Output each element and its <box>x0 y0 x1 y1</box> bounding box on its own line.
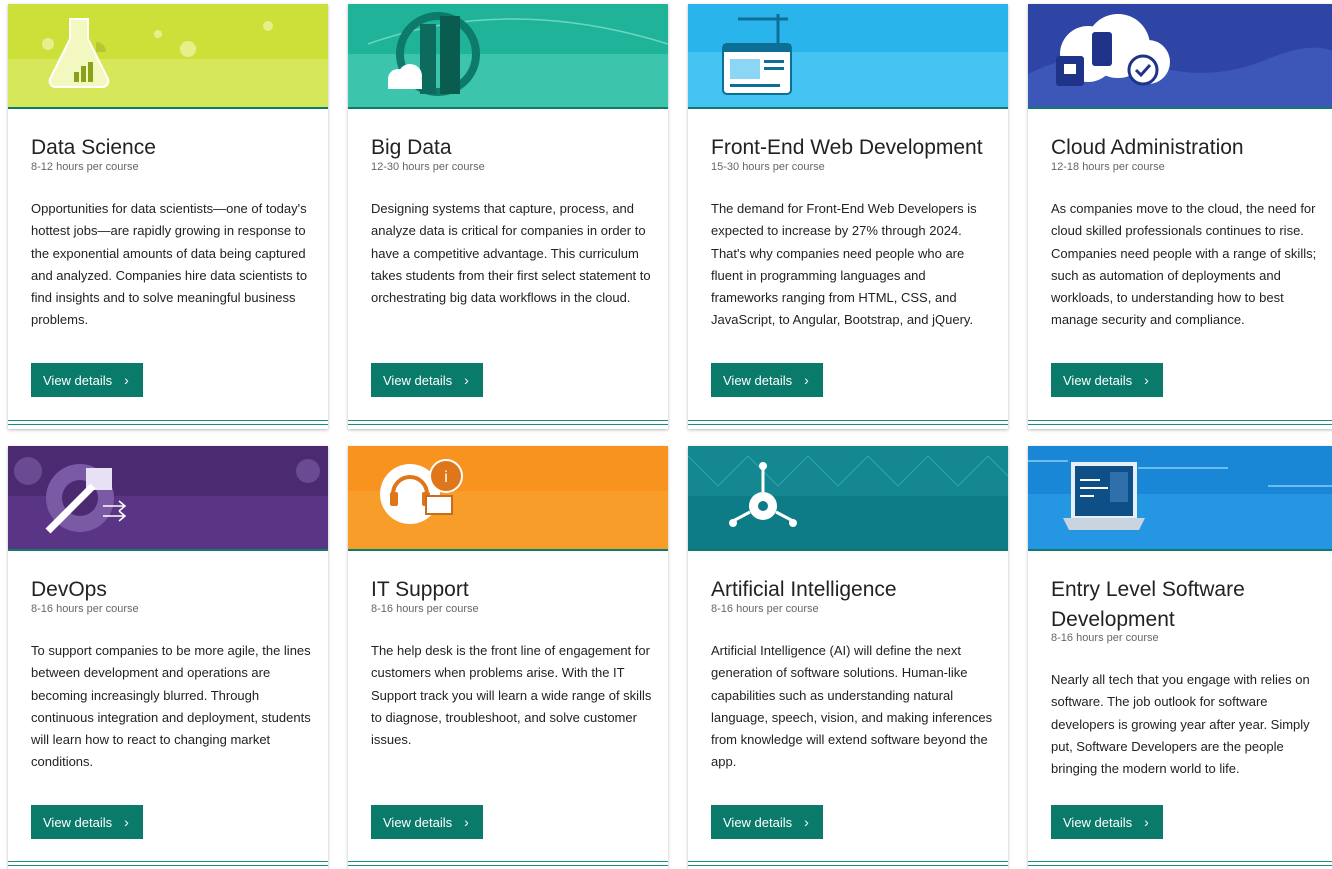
course-card: i IT Support 8-16 hours per course The h… <box>348 446 668 869</box>
course-card: Front-End Web Development 15-30 hours pe… <box>688 4 1008 429</box>
view-details-button[interactable]: View details › <box>1051 363 1163 397</box>
course-banner <box>8 446 328 551</box>
view-details-button[interactable]: View details › <box>711 805 823 839</box>
course-title: Front-End Web Development <box>711 136 983 159</box>
course-description: As companies move to the cloud, the need… <box>1051 201 1317 328</box>
view-details-button[interactable]: View details › <box>1051 805 1163 839</box>
button-label: View details <box>383 372 453 388</box>
course-card: Data Science 8-12 hours per course Oppor… <box>8 4 328 429</box>
button-label: View details <box>723 814 793 830</box>
chevron-right-icon: › <box>124 814 129 830</box>
view-details-button[interactable]: View details › <box>371 363 483 397</box>
divider <box>688 420 1008 425</box>
view-details-button[interactable]: View details › <box>31 805 143 839</box>
chevron-right-icon: › <box>464 372 469 388</box>
course-description: Nearly all tech that you engage with rel… <box>1051 672 1310 777</box>
course-title: Entry Level Software Development <box>1051 578 1245 631</box>
view-details-button[interactable]: View details › <box>371 805 483 839</box>
divider <box>8 420 328 425</box>
course-hours: 12-30 hours per course <box>371 161 485 173</box>
course-description: Designing systems that capture, process,… <box>371 201 651 306</box>
course-title: Artificial Intelligence <box>711 578 897 601</box>
course-banner <box>8 4 328 109</box>
button-label: View details <box>383 814 453 830</box>
laptop-code-icon <box>1028 460 1332 549</box>
button-label: View details <box>43 814 113 830</box>
course-hours: 12-18 hours per course <box>1051 161 1165 173</box>
course-hours: 15-30 hours per course <box>711 161 825 173</box>
view-details-button[interactable]: View details › <box>711 363 823 397</box>
button-label: View details <box>723 372 793 388</box>
course-description: The help desk is the front line of engag… <box>371 643 652 748</box>
course-banner <box>1028 446 1332 551</box>
course-description: The demand for Front-End Web Developers … <box>711 201 977 328</box>
divider <box>1028 420 1332 425</box>
button-label: View details <box>43 372 113 388</box>
divider <box>688 861 1008 866</box>
chevron-right-icon: › <box>1144 372 1149 388</box>
course-banner <box>688 4 1008 109</box>
course-banner <box>688 446 1008 551</box>
course-title: IT Support <box>371 578 469 601</box>
course-card: Cloud Administration 12-18 hours per cou… <box>1028 4 1332 429</box>
headset-info-icon: i <box>348 459 668 549</box>
course-card: DevOps 8-16 hours per course To support … <box>8 446 328 869</box>
course-hours: 8-16 hours per course <box>711 603 819 615</box>
course-card: Artificial Intelligence 8-16 hours per c… <box>688 446 1008 869</box>
course-card: Entry Level Software Development 8-16 ho… <box>1028 446 1332 869</box>
webpage-crane-icon <box>688 14 1008 107</box>
course-hours: 8-16 hours per course <box>1051 632 1159 644</box>
neural-network-icon <box>688 446 1008 527</box>
course-title: Cloud Administration <box>1051 136 1244 159</box>
cloud-lock-check-icon <box>1028 14 1332 107</box>
course-card: Big Data 12-30 hours per course Designin… <box>348 4 668 429</box>
button-label: View details <box>1063 372 1133 388</box>
course-banner <box>1028 4 1332 109</box>
course-title: DevOps <box>31 578 107 601</box>
course-hours: 8-16 hours per course <box>31 603 139 615</box>
course-title: Data Science <box>31 136 156 159</box>
course-hours: 8-16 hours per course <box>371 603 479 615</box>
flask-chart-icon <box>8 18 328 107</box>
course-banner: i <box>348 446 668 551</box>
button-label: View details <box>1063 814 1133 830</box>
svg-text:i: i <box>444 469 448 486</box>
buildings-cloud-icon <box>348 12 668 107</box>
course-title: Big Data <box>371 136 452 159</box>
course-description: Opportunities for data scientists—one of… <box>31 201 308 328</box>
course-banner <box>348 4 668 109</box>
chevron-right-icon: › <box>464 814 469 830</box>
course-description: To support companies to be more agile, t… <box>31 643 311 770</box>
view-details-button[interactable]: View details › <box>31 363 143 397</box>
divider <box>348 420 668 425</box>
chevron-right-icon: › <box>804 372 809 388</box>
divider <box>348 861 668 866</box>
course-description: Artificial Intelligence (AI) will define… <box>711 643 993 770</box>
chevron-right-icon: › <box>124 372 129 388</box>
gear-wrench-icon <box>8 457 328 549</box>
chevron-right-icon: › <box>804 814 809 830</box>
divider <box>1028 861 1332 866</box>
course-hours: 8-12 hours per course <box>31 161 139 173</box>
divider <box>8 861 328 866</box>
chevron-right-icon: › <box>1144 814 1149 830</box>
